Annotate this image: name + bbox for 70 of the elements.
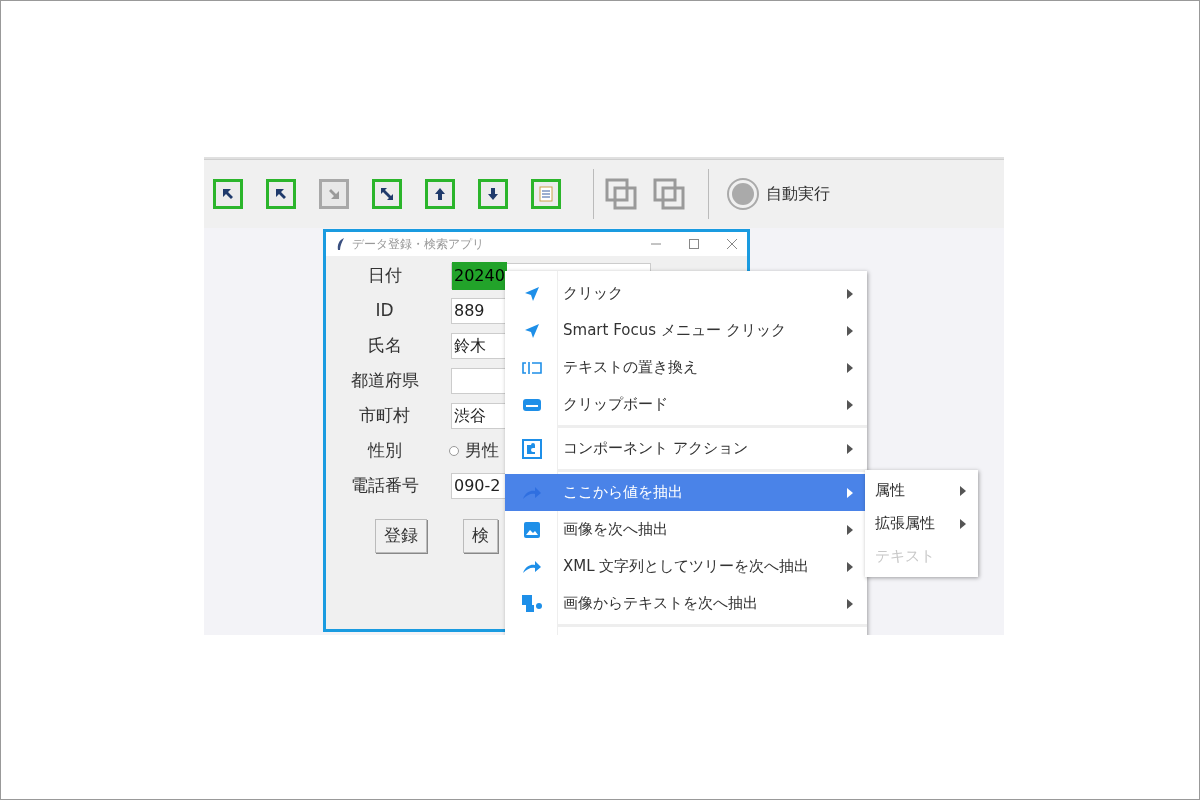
text-cursor-icon bbox=[520, 359, 543, 376]
caret-icon bbox=[847, 443, 853, 454]
field-label: 都道府県 bbox=[349, 369, 420, 393]
field-label: 性別 bbox=[366, 439, 403, 463]
document-icon bbox=[537, 185, 555, 203]
toolbar-button[interactable] bbox=[213, 179, 243, 209]
form-button[interactable]: 検 bbox=[463, 519, 498, 553]
form-button[interactable]: 登録 bbox=[375, 519, 427, 553]
menu-item[interactable]: 画像を次へ抽出 bbox=[505, 511, 867, 548]
toolbar-button[interactable] bbox=[266, 179, 296, 209]
menu-item[interactable]: テキストの置き換え bbox=[505, 349, 867, 386]
feather-icon bbox=[336, 238, 346, 250]
field-label: 日付 bbox=[366, 264, 403, 288]
caret-icon bbox=[847, 598, 853, 609]
clipboard-icon bbox=[521, 396, 542, 413]
curved-arrow-icon bbox=[521, 559, 542, 574]
caret-icon bbox=[847, 325, 853, 336]
menu-item-label: ここから値を抽出 bbox=[563, 482, 683, 504]
maximize-icon[interactable] bbox=[689, 239, 699, 249]
field-label: 氏名 bbox=[366, 334, 403, 358]
window-title: データ登録・検索アプリ bbox=[352, 236, 484, 253]
submenu-item[interactable]: 拡張属性 bbox=[865, 507, 978, 540]
field-value: 渋谷 bbox=[454, 405, 486, 427]
submenu-item[interactable]: 属性 bbox=[865, 474, 978, 507]
menu-item[interactable]: コンポーネント アクション bbox=[505, 430, 867, 467]
menu-item[interactable]: クリップボード bbox=[505, 386, 867, 423]
record-icon bbox=[726, 177, 760, 211]
radio-button[interactable] bbox=[449, 446, 459, 456]
caret-icon bbox=[847, 561, 853, 572]
menu-item[interactable]: Smart Focus メニュー クリック bbox=[505, 312, 867, 349]
menu-item[interactable]: ここから値を抽出 bbox=[505, 474, 867, 511]
menu-item-label: コンポーネント アクション bbox=[563, 438, 748, 460]
menu-item-label: クリック bbox=[563, 283, 623, 305]
field-label: 電話番号 bbox=[349, 474, 420, 498]
field-label: 市町村 bbox=[358, 404, 411, 428]
close-icon[interactable] bbox=[727, 239, 737, 249]
caret-icon bbox=[847, 524, 853, 535]
menu-item-label: 画像を次へ抽出 bbox=[563, 519, 668, 541]
submenu-item-label: 拡張属性 bbox=[875, 513, 935, 535]
submenu-item-label: 属性 bbox=[875, 480, 905, 502]
caret-icon bbox=[960, 485, 966, 496]
image-icon bbox=[522, 520, 541, 539]
caret-icon bbox=[847, 399, 853, 410]
curved-arrow-icon bbox=[521, 485, 542, 500]
menu-item-label: XML 文字列としてツリーを次へ抽出 bbox=[563, 556, 810, 578]
stacked-windows-icon bbox=[604, 177, 638, 211]
toolbar-button[interactable] bbox=[425, 179, 455, 209]
caret-icon bbox=[847, 362, 853, 373]
menu-item[interactable]: XML 文字列としてツリーを次へ抽出 bbox=[505, 548, 867, 585]
double-arrow-icon bbox=[378, 185, 396, 203]
field-value: 20240 bbox=[454, 264, 505, 288]
toolbar-button[interactable] bbox=[372, 179, 402, 209]
field-value: 090-2 bbox=[454, 475, 501, 497]
field-value: 889 bbox=[454, 300, 485, 322]
field-value: 鈴木 bbox=[454, 335, 486, 357]
menu-item-label: Smart Focus メニュー クリック bbox=[563, 320, 786, 342]
menu-item-label: クリップボード bbox=[563, 394, 668, 416]
field-label: ID bbox=[374, 299, 395, 323]
stacked-windows-icon bbox=[652, 177, 686, 211]
menu-item-label: 画像からテキストを次へ抽出 bbox=[563, 593, 758, 615]
toolbar-button[interactable] bbox=[478, 179, 508, 209]
menu-item[interactable]: 画像からテキストを次へ抽出 bbox=[505, 585, 867, 622]
caret-icon bbox=[960, 518, 966, 529]
menu-item-label: テキストの置き換え bbox=[563, 357, 698, 379]
puzzle-icon bbox=[521, 438, 542, 459]
radio-label: 男性 bbox=[465, 439, 499, 463]
image-text-icon bbox=[520, 593, 543, 614]
caret-icon bbox=[847, 487, 853, 498]
caret-icon bbox=[847, 288, 853, 299]
menu-item[interactable]: クリック bbox=[505, 275, 867, 312]
